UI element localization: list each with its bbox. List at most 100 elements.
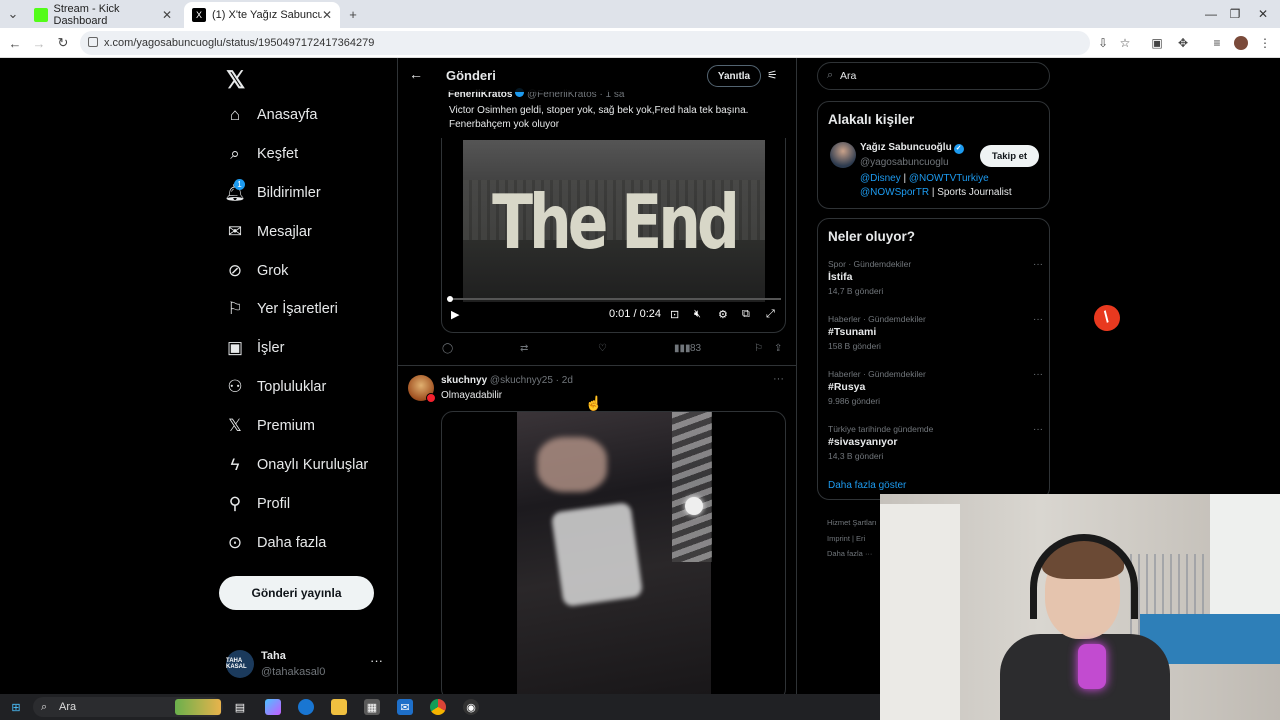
media-icon[interactable]: ≡	[1210, 36, 1224, 50]
sidebar-item-daha-fazla[interactable]: ⊙ Daha fazla	[218, 524, 326, 562]
copilot-icon[interactable]	[265, 699, 281, 715]
trend-item[interactable]: Haberler · Gündemdekiler #Tsunami 158 B gö…	[828, 314, 1043, 351]
widgets-icon[interactable]	[175, 699, 221, 715]
star-icon[interactable]: ☆	[1118, 36, 1132, 50]
trend-item[interactable]: Spor · Gündemdekiler İstifa 14,7 B gönderi…	[828, 259, 1043, 296]
video-frame: The End	[463, 140, 765, 302]
follow-button[interactable]: Takip et	[980, 145, 1039, 167]
tab-kick-dashboard[interactable]: Stream - Kick Dashboard ✕	[26, 2, 180, 28]
person-name[interactable]: Yağız Sabuncuoğlu ✓	[860, 142, 964, 154]
new-tab-button[interactable]: +	[344, 5, 362, 23]
x-favicon-icon: X	[192, 8, 206, 22]
reply-video[interactable]	[441, 411, 786, 694]
trend-name: #sivasyanıyor	[828, 436, 898, 448]
sidebar-item-premium[interactable]: 𝕏 Premium	[218, 407, 315, 445]
sidebar-item-keşfet[interactable]: ⌕ Keşfet	[218, 135, 298, 173]
back-arrow-icon[interactable]: ←	[409, 66, 423, 82]
store-icon[interactable]: ▦	[364, 699, 380, 715]
menu-icon[interactable]: ⋮	[1258, 36, 1272, 50]
reply-author-handle[interactable]: @skuchnyy25	[490, 375, 553, 386]
webcam-overlay	[880, 494, 1280, 720]
trend-more-icon[interactable]: ···	[1033, 424, 1043, 435]
reply-author-name[interactable]: skuchnyy	[441, 375, 487, 386]
chrome-icon[interactable]	[430, 699, 446, 715]
extension-kick-icon[interactable]: ▣	[1150, 36, 1164, 50]
captions-icon[interactable]: ⊡	[670, 308, 679, 321]
trend-more-icon[interactable]: ···	[1033, 259, 1043, 270]
edge-icon[interactable]	[298, 699, 314, 715]
avatar[interactable]	[408, 375, 436, 403]
reply-icon[interactable]: ◯	[442, 343, 453, 354]
sidebar-item-topluluklar[interactable]: ⚇ Topluluklar	[218, 368, 326, 406]
tab-x-post[interactable]: X (1) X'te Yağız Sabuncuoğlu: "Al ✕	[184, 2, 340, 28]
task-view-icon[interactable]: ▤	[232, 699, 248, 715]
obs-icon[interactable]: ◉	[463, 699, 479, 715]
mute-icon[interactable]: 🔇︎	[694, 308, 701, 321]
browser-tab-bar: ⌄ Stream - Kick Dashboard ✕ X (1) X'te Y…	[0, 0, 1280, 28]
pip-icon[interactable]: ⧉	[742, 308, 750, 321]
sidebar-item-anasayfa[interactable]: ⌂ Anasayfa	[218, 96, 318, 134]
trend-item[interactable]: Haberler · Gündemdekiler #Rusya 9.986 gönd…	[828, 369, 1043, 406]
sidebar-item-i̇şler[interactable]: ▣ İşler	[218, 329, 284, 367]
lightning-icon: ϟ	[230, 455, 240, 474]
footer-link[interactable]: Daha fazla ···	[827, 549, 872, 558]
avatar[interactable]	[830, 142, 856, 168]
bio-link[interactable]: @NOWSporTR	[860, 187, 929, 198]
site-info-icon[interactable]	[88, 37, 98, 47]
close-window-icon[interactable]: ✕	[1240, 0, 1280, 28]
video-player[interactable]: The End ▶ 0:01 / 0:24 ⊡ 🔇︎ ⚙ ⧉ ⤢	[441, 138, 786, 333]
blur-shape	[550, 501, 644, 608]
share-icon[interactable]: ⇪	[774, 343, 782, 354]
views-icon[interactable]: ▮▮▮	[674, 343, 691, 354]
install-icon[interactable]: ⇩	[1096, 36, 1110, 50]
post-button[interactable]: Gönderi yayınla	[219, 576, 374, 610]
forward-icon[interactable]: →	[30, 34, 48, 52]
post-more-icon[interactable]: ···	[773, 373, 784, 385]
footer-link[interactable]: Hizmet Şartları	[827, 518, 877, 527]
bookmark-icon[interactable]: ⚐	[754, 343, 763, 354]
video-progress-bar[interactable]	[447, 296, 781, 302]
main-column: ← Gönderi Yanıtla ⚟ FenerliKratos @Fener…	[397, 58, 797, 694]
footer-link[interactable]: Imprint | Eri	[827, 534, 865, 543]
progress-handle[interactable]	[447, 296, 453, 302]
extensions-icon[interactable]: ✥	[1176, 36, 1190, 50]
profile-icon: ⚲	[228, 494, 242, 513]
reply-post-header: skuchnyy @skuchnyy25 · 2d	[441, 375, 573, 386]
trend-more-icon[interactable]: ···	[1033, 314, 1043, 325]
sidebar-item-label: Daha fazla	[257, 535, 327, 551]
file-explorer-icon[interactable]	[331, 699, 347, 715]
tab-title: Stream - Kick Dashboard	[53, 3, 120, 27]
x-logo-icon[interactable]: 𝕏	[226, 66, 245, 95]
fullscreen-icon[interactable]: ⤢	[766, 308, 775, 321]
close-tab-icon[interactable]: ✕	[322, 8, 332, 22]
bio-link[interactable]: @Disney	[860, 173, 901, 184]
settings-icon[interactable]: ⚙	[718, 308, 728, 321]
windows-start-icon[interactable]: ⊞	[8, 699, 24, 715]
profile-avatar-icon[interactable]	[1234, 36, 1248, 50]
trend-item[interactable]: Türkiye tarihinde gündemde #sivasyanıyor 1…	[828, 424, 1043, 461]
like-icon[interactable]: ♡	[598, 343, 607, 354]
close-tab-icon[interactable]: ✕	[162, 8, 172, 22]
reply-button[interactable]: Yanıtla	[707, 65, 761, 87]
filter-icon[interactable]: ⚟	[767, 68, 778, 82]
sidebar-item-grok[interactable]: ⊘ Grok	[218, 252, 289, 290]
show-more-link[interactable]: Daha fazla göster	[828, 480, 906, 491]
repost-icon[interactable]: ⇄	[520, 343, 528, 354]
tab-list-chevron-icon[interactable]: ⌄	[4, 5, 22, 23]
sidebar-item-onaylı-kuruluşlar[interactable]: ϟ Onaylı Kuruluşlar	[218, 446, 369, 484]
reply-post-time[interactable]: · 2d	[556, 375, 573, 386]
outlook-icon[interactable]: ✉	[397, 699, 413, 715]
bio-link[interactable]: @NOWTVTurkiye	[909, 173, 989, 184]
trend-more-icon[interactable]: ···	[1033, 369, 1043, 380]
sidebar-item-yer-i̇şaretleri[interactable]: ⚐ Yer İşaretleri	[218, 290, 338, 328]
search-input[interactable]: ⌕ Ara	[817, 62, 1050, 90]
back-icon[interactable]: ←	[6, 34, 24, 52]
sidebar-item-mesajlar[interactable]: ✉ Mesajlar	[218, 213, 312, 251]
account-more-icon[interactable]: ···	[370, 653, 383, 668]
sidebar-item-profil[interactable]: ⚲ Profil	[218, 485, 290, 523]
reload-icon[interactable]: ↻	[54, 34, 72, 52]
play-icon[interactable]: ▶	[451, 308, 459, 321]
sidebar-item-bildirimler[interactable]: 🔔︎ 1 Bildirimler	[218, 174, 321, 212]
url-field[interactable]: x.com/yagosabuncuoglu/status/19504971724…	[80, 31, 1090, 55]
account-switcher[interactable]: TAHA KASAL Taha @tahakasal0 ···	[226, 648, 386, 682]
